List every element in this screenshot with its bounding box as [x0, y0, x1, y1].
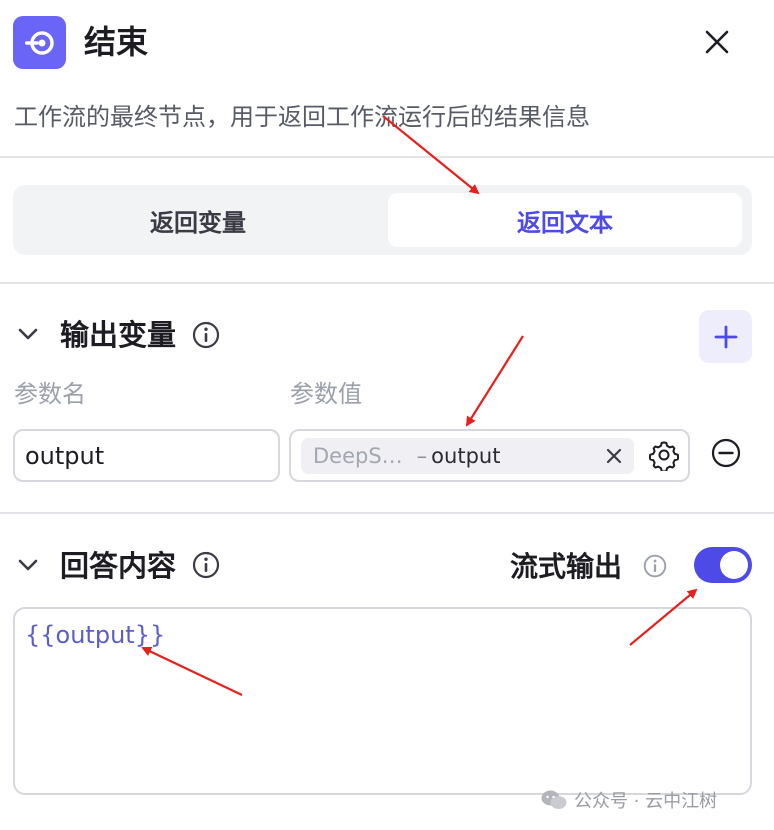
- node-title: 结束: [84, 23, 149, 61]
- plus-icon: [714, 325, 737, 348]
- watermark: 公众号 · 云中江树: [540, 787, 717, 813]
- param-name-value: output: [25, 441, 105, 470]
- param-value-label: 参数值: [290, 380, 362, 408]
- output-section-title: 输出变量: [60, 318, 177, 352]
- end-node-icon: [13, 16, 66, 69]
- mode-segmented-control: 返回变量 返回文本: [13, 185, 752, 255]
- stream-output-label: 流式输出: [510, 550, 623, 583]
- close-button[interactable]: [697, 22, 737, 62]
- add-variable-button[interactable]: [699, 310, 752, 363]
- tab-return-text[interactable]: 返回文本: [388, 193, 742, 247]
- divider: [0, 512, 774, 514]
- variable-name: output: [431, 444, 501, 468]
- clear-icon[interactable]: [604, 446, 624, 466]
- gear-icon[interactable]: [648, 439, 680, 471]
- close-icon: [705, 30, 729, 54]
- divider: [0, 156, 774, 158]
- wechat-icon: [541, 790, 567, 809]
- collapse-output-chevron[interactable]: [14, 320, 42, 348]
- variable-reference-tag[interactable]: DeepS… – output: [301, 438, 634, 474]
- info-icon[interactable]: [192, 321, 220, 349]
- info-icon[interactable]: [192, 551, 220, 579]
- param-name-label: 参数名: [14, 380, 86, 408]
- param-value-selector[interactable]: DeepS… – output: [289, 429, 690, 482]
- toggle-knob: [720, 551, 748, 579]
- chevron-down-icon: [18, 328, 38, 340]
- chevron-down-icon: [18, 559, 38, 571]
- tab-return-variable[interactable]: 返回变量: [21, 193, 375, 247]
- divider: [0, 282, 774, 284]
- param-name-input[interactable]: output: [13, 429, 280, 482]
- answer-content-editor[interactable]: {{output}}: [13, 607, 752, 795]
- node-description: 工作流的最终节点，用于返回工作流运行后的结果信息: [14, 103, 590, 131]
- tag-separator: –: [416, 444, 428, 468]
- info-icon[interactable]: [643, 554, 667, 578]
- collapse-answer-chevron[interactable]: [14, 551, 42, 579]
- watermark-text: 公众号 · 云中江树: [574, 791, 718, 812]
- answer-section-title: 回答内容: [60, 549, 177, 583]
- remove-variable-icon[interactable]: [710, 437, 742, 469]
- annotation-arrow: [465, 335, 524, 427]
- stream-output-toggle[interactable]: [694, 547, 752, 583]
- answer-content-text: {{output}}: [25, 621, 166, 649]
- source-node-name: DeepS…: [313, 444, 403, 468]
